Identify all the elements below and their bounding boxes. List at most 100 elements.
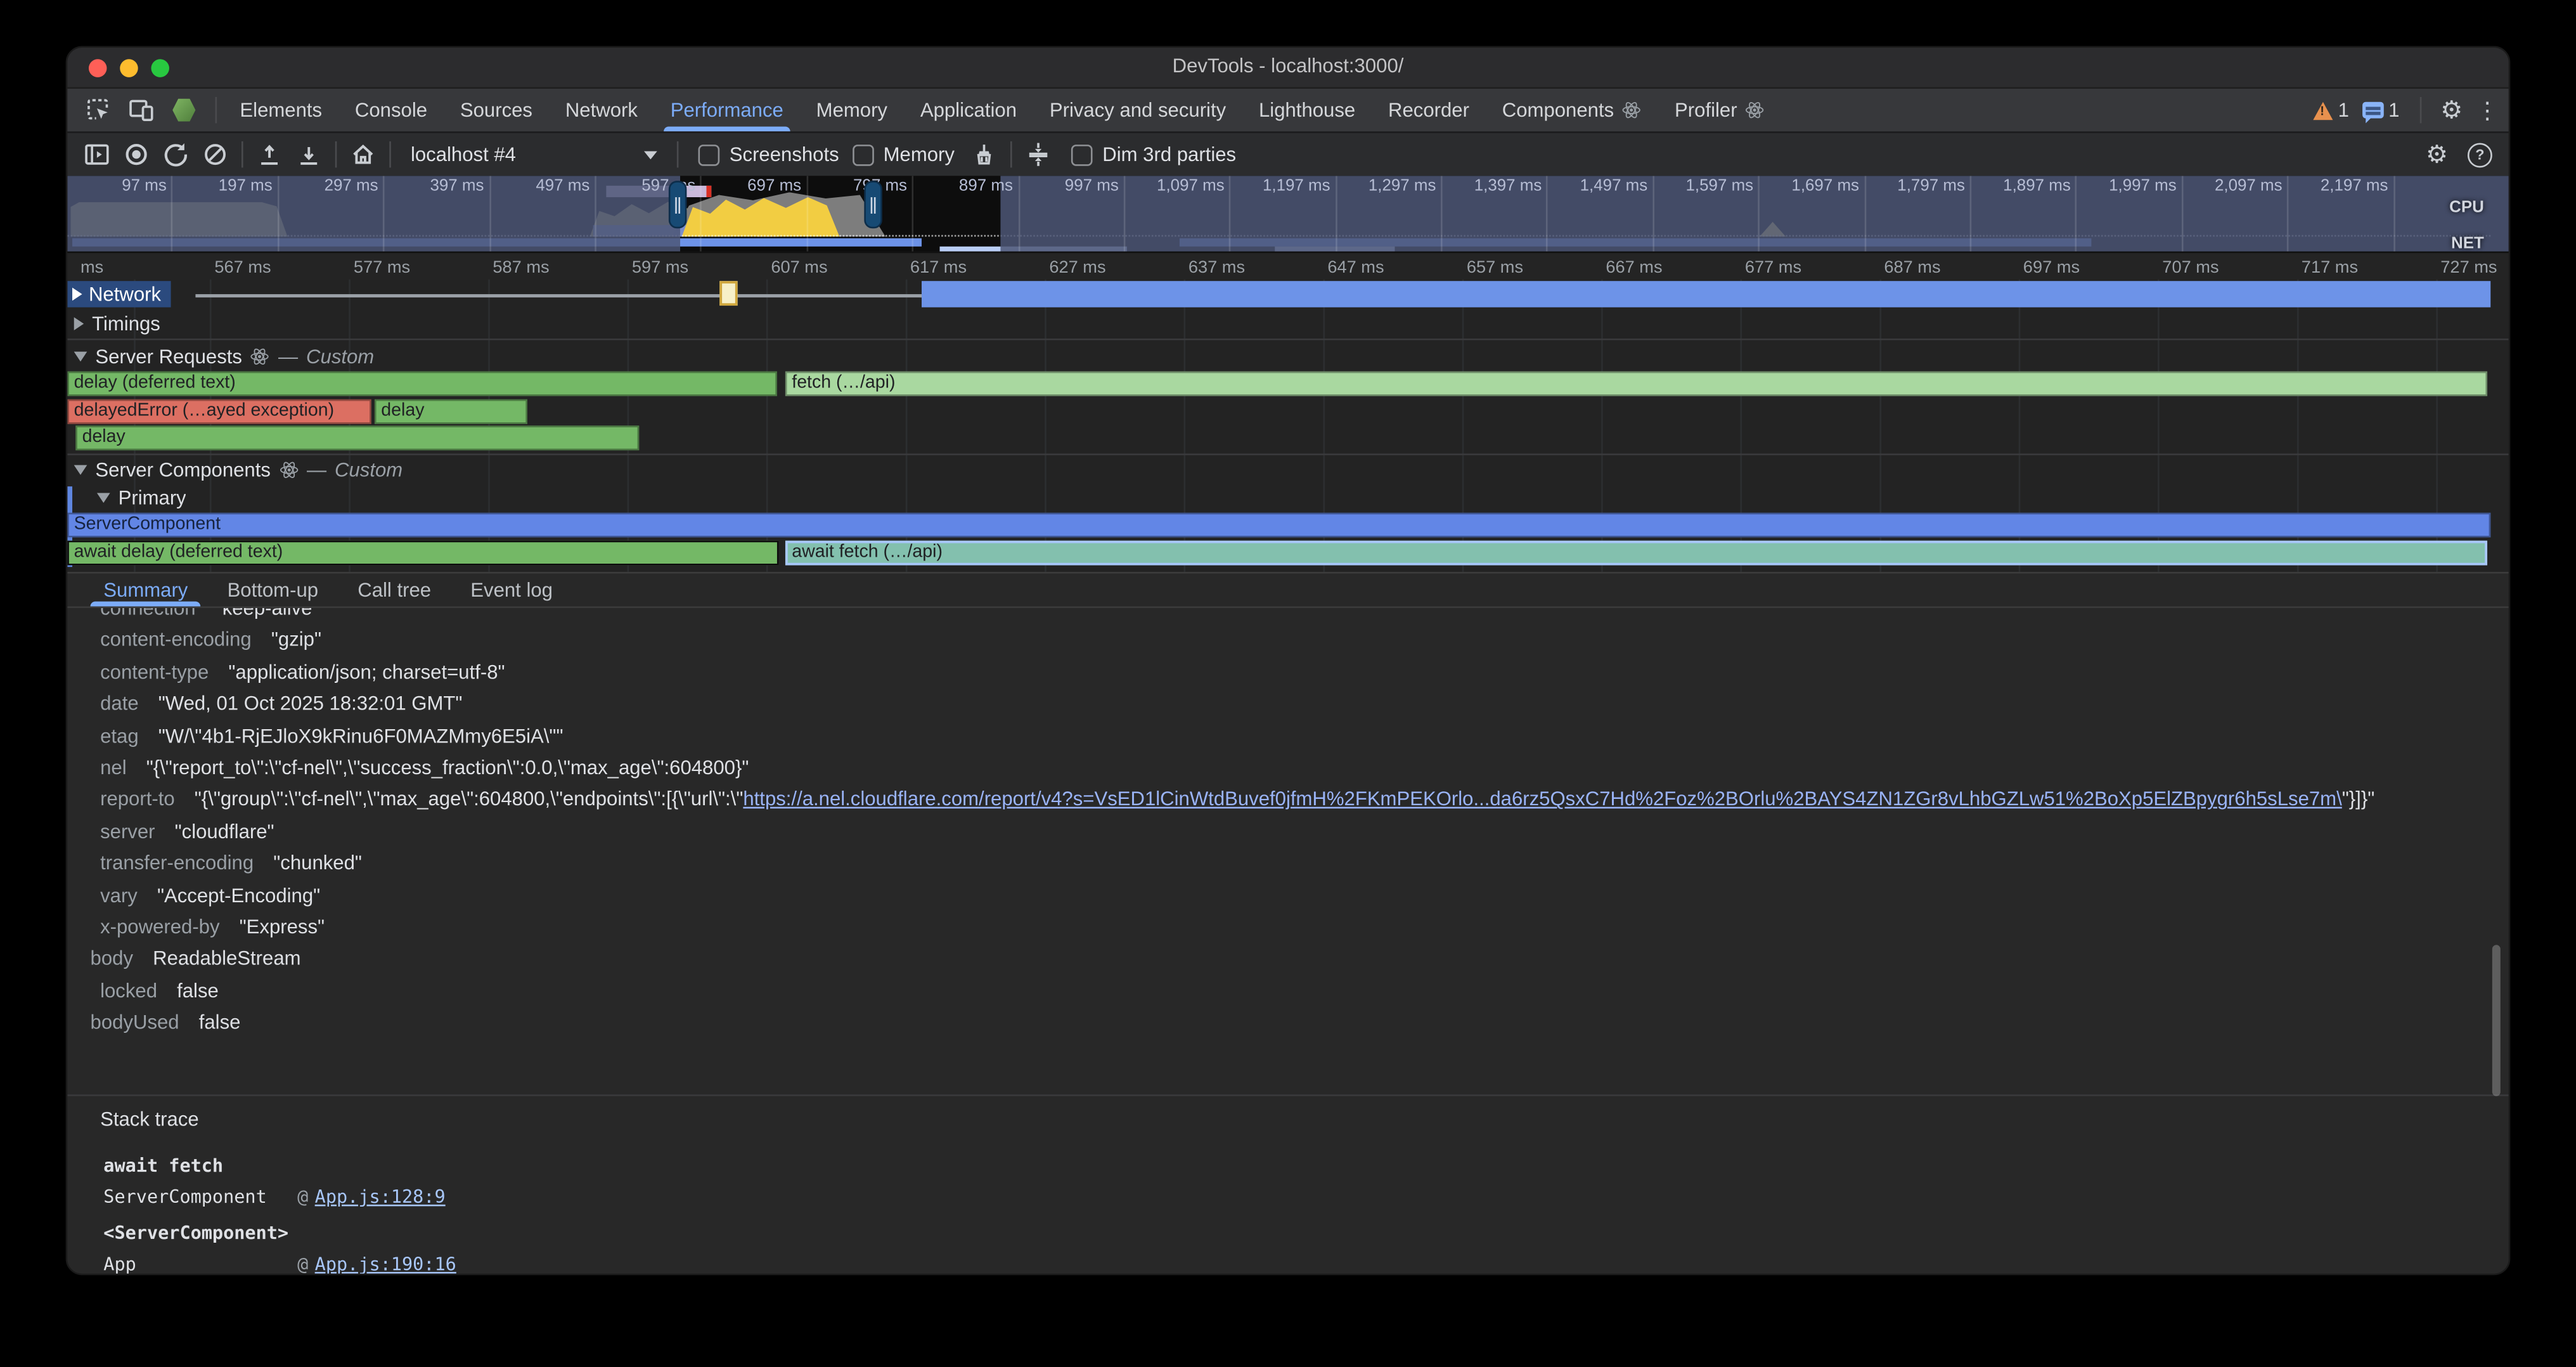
tab-network[interactable]: Network <box>549 89 654 131</box>
event-bar-delay[interactable]: delay <box>375 399 527 424</box>
timeline-overview[interactable]: 97 ms197 ms297 ms397 ms497 ms597 ms697 m… <box>67 176 2508 251</box>
header-row-report-to: report-to"{\"group\":\"cf-nel\",\"max_ag… <box>67 784 2508 816</box>
toggle-sidebar-icon[interactable] <box>77 136 117 172</box>
event-bar-delay-deferred[interactable]: delay (deferred text) <box>67 372 777 396</box>
warnings-badge[interactable]: 1 <box>2314 99 2349 122</box>
collapse-tracks-icon[interactable] <box>1019 136 1058 172</box>
event-bar-server-component[interactable]: ServerComponent <box>67 513 2490 538</box>
selection-handle-right[interactable] <box>864 181 882 228</box>
more-options-icon[interactable]: ⋮ <box>2476 99 2499 122</box>
header-row: x-powered-by"Express" <box>67 912 2508 944</box>
network-request-bar[interactable] <box>719 281 738 306</box>
property-row: bodyUsedfalse <box>67 1008 2508 1040</box>
header-row: connection"keep-alive" <box>67 608 2508 625</box>
tab-recorder[interactable]: Recorder <box>1372 89 1486 131</box>
dim-3rd-parties-checkbox[interactable] <box>1071 144 1093 165</box>
performance-toolbar: localhost #4 Screenshots Memory <box>67 131 2508 176</box>
devtools-tabbar: Elements Console Sources Network Perform… <box>67 89 2508 131</box>
screen: DevTools - localhost:3000/ <box>0 0 2576 1367</box>
net-lane-label: NET <box>2451 235 2484 252</box>
cpu-lane-label: CPU <box>2449 199 2484 217</box>
track-server-components-header[interactable]: Server Components — Custom <box>74 458 403 481</box>
screenshots-checkbox[interactable] <box>699 144 720 165</box>
tab-call-tree[interactable]: Call tree <box>338 574 451 607</box>
track-timings-label[interactable]: Timings <box>74 312 160 335</box>
report-url-link[interactable]: https://a.nel.cloudflare.com/report/v4?s… <box>743 788 2341 811</box>
tab-bottom-up[interactable]: Bottom-up <box>207 574 338 607</box>
chevron-right-icon <box>74 317 84 330</box>
property-row: bodyReadableStream <box>67 944 2508 976</box>
track-server-requests-header[interactable]: Server Requests — Custom <box>74 345 375 368</box>
tab-privacy-and-security[interactable]: Privacy and security <box>1033 89 1242 131</box>
event-bar-delay[interactable]: delay <box>75 425 639 450</box>
tab-summary[interactable]: Summary <box>84 574 207 607</box>
capture-settings-gear-icon[interactable]: ⚙ <box>2426 142 2448 167</box>
help-icon[interactable]: ? <box>2468 142 2492 167</box>
tab-profiler[interactable]: Profiler <box>1658 89 1781 131</box>
home-icon[interactable] <box>344 136 383 172</box>
track-network-label[interactable]: Network <box>67 281 171 307</box>
source-location-link[interactable]: App.js:128:9 <box>315 1186 446 1208</box>
tab-elements[interactable]: Elements <box>223 89 338 131</box>
warning-icon <box>2314 101 2333 119</box>
stack-trace-section: Stack trace await fetch ServerComponent@… <box>67 1094 2508 1275</box>
nodejs-icon[interactable] <box>166 94 202 127</box>
source-location-link[interactable]: App.js:190:16 <box>315 1254 456 1276</box>
header-row: date"Wed, 01 Oct 2025 18:32:01 GMT" <box>67 689 2508 721</box>
issues-badge[interactable]: 1 <box>2362 99 2400 122</box>
reload-record-icon[interactable] <box>156 136 195 172</box>
clear-icon[interactable] <box>195 136 235 172</box>
track-primary-header[interactable]: Primary <box>97 486 186 509</box>
summary-pane: connection"keep-alive" content-encoding"… <box>67 608 2508 1275</box>
capture-select[interactable]: localhost #4 <box>397 143 670 165</box>
selection-handle-left[interactable] <box>669 181 687 228</box>
device-toolbar-icon[interactable] <box>123 94 159 127</box>
tab-event-log[interactable]: Event log <box>451 574 572 607</box>
devtools-window: DevTools - localhost:3000/ <box>66 46 2511 1276</box>
settings-gear-icon[interactable]: ⚙ <box>2440 98 2463 122</box>
react-atom-icon <box>1746 100 1765 120</box>
garbage-collect-icon[interactable] <box>965 136 1004 172</box>
tab-performance[interactable]: Performance <box>654 89 800 131</box>
event-bar-await-fetch-selected[interactable]: await fetch (…/api) <box>785 541 2487 566</box>
divider <box>1010 141 1012 167</box>
window-title: DevTools - localhost:3000/ <box>67 55 2508 77</box>
load-profile-icon[interactable] <box>250 136 289 172</box>
react-atom-icon <box>1622 100 1642 120</box>
tab-components[interactable]: Components <box>1486 89 1658 131</box>
header-row: nel"{\"report_to\":\"cf-nel\",\"success_… <box>67 753 2508 784</box>
react-atom-icon <box>279 460 299 480</box>
stack-trace-title: Stack trace <box>100 1108 2509 1131</box>
tab-sources[interactable]: Sources <box>444 89 549 131</box>
divider <box>216 97 217 123</box>
stack-frame-label: await fetch <box>103 1150 2508 1181</box>
divider <box>677 141 679 167</box>
timeline-ruler: ms 567 ms577 ms587 ms597 ms607 ms617 ms6… <box>67 252 2508 280</box>
chevron-down-icon <box>97 493 110 503</box>
tab-lighthouse[interactable]: Lighthouse <box>1242 89 1372 131</box>
track-divider <box>67 453 2508 455</box>
divider <box>242 141 243 167</box>
save-profile-icon[interactable] <box>289 136 328 172</box>
event-bar-fetch-api[interactable]: fetch (…/api) <box>785 372 2487 396</box>
chevron-right-icon <box>72 288 82 301</box>
tab-memory[interactable]: Memory <box>800 89 904 131</box>
event-bar-delayed-error[interactable]: delayedError (…ayed exception) <box>67 399 371 424</box>
tab-console[interactable]: Console <box>338 89 444 131</box>
stack-frame: App@App.js:190:16 <box>103 1249 2508 1275</box>
chevron-down-icon <box>644 150 657 159</box>
network-request-bar[interactable] <box>922 281 2490 307</box>
scrollbar-thumb[interactable] <box>2492 945 2501 1096</box>
inspect-element-icon[interactable] <box>80 94 117 127</box>
memory-checkbox[interactable] <box>852 144 873 165</box>
divider <box>389 141 391 167</box>
tab-application[interactable]: Application <box>904 89 1033 131</box>
header-row: vary"Accept-Encoding" <box>67 880 2508 912</box>
track-divider <box>67 339 2508 340</box>
divider <box>335 141 337 167</box>
event-bar-await-delay[interactable]: await delay (deferred text) <box>67 541 778 566</box>
ruler-edge-label: ms <box>80 258 103 278</box>
record-icon[interactable] <box>117 136 156 172</box>
summary-tabstrip: Summary Bottom-up Call tree Event log <box>67 572 2508 608</box>
macos-titlebar: DevTools - localhost:3000/ <box>67 48 2508 89</box>
